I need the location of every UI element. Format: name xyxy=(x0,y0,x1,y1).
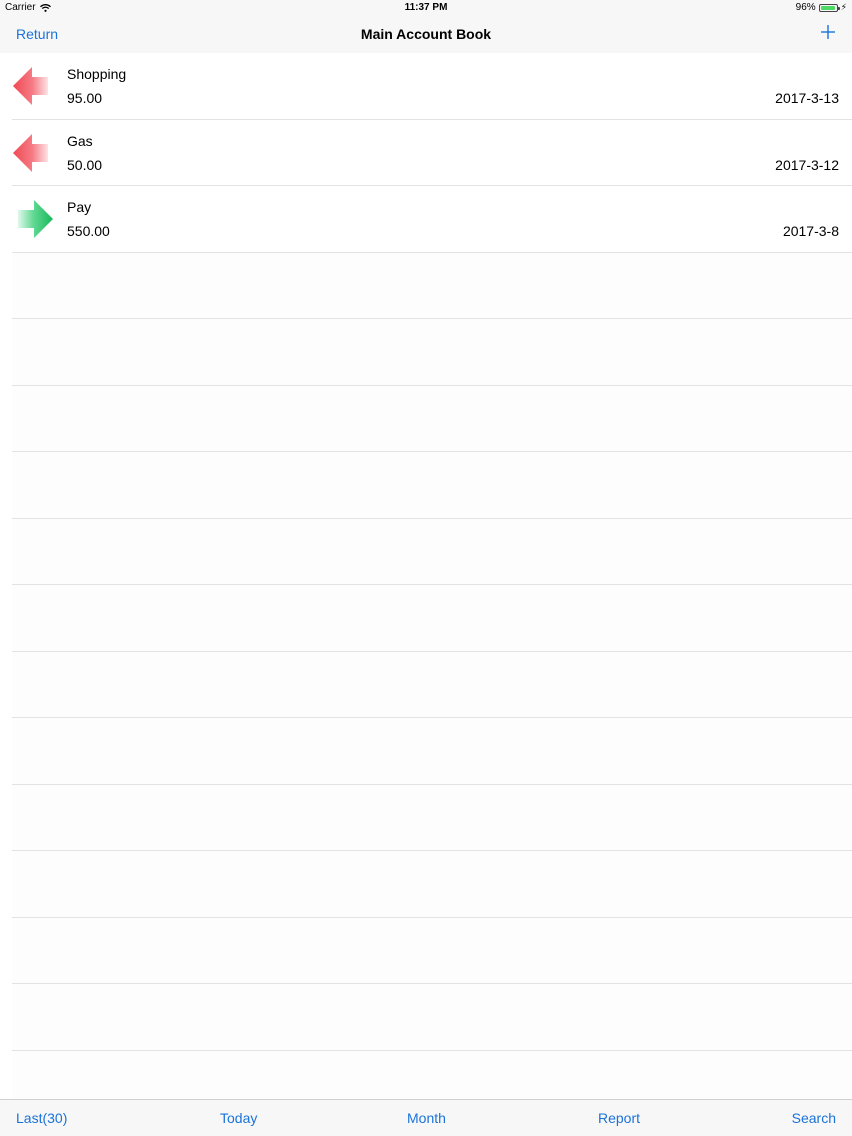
entry-date: 2017-3-12 xyxy=(775,156,839,173)
entry-date: 2017-3-8 xyxy=(782,223,839,239)
entry-amount: 50.00 xyxy=(67,156,103,173)
green-right-arrow-icon xyxy=(18,200,53,238)
empty-row xyxy=(12,585,852,652)
empty-row xyxy=(12,784,852,851)
empty-row xyxy=(12,385,852,452)
status-time: 11:37 PM xyxy=(404,2,448,13)
battery-group: 96% ⚡ xyxy=(796,2,847,13)
battery-percent: 96% xyxy=(795,2,816,13)
app-screen: Carrier 11:37 PM 96% ⚡ Return Main Accou… xyxy=(0,0,852,1136)
status-bar: Carrier 11:37 PM 96% ⚡ xyxy=(0,0,852,16)
plus-icon[interactable] xyxy=(820,24,836,40)
entry-row-shopping[interactable]: Shopping 95.00 2017-3-13 xyxy=(12,53,852,120)
page-title: Main Account Book xyxy=(360,26,492,42)
entry-amount: 95.00 xyxy=(67,90,103,106)
empty-row xyxy=(12,984,852,1051)
red-left-arrow-icon xyxy=(13,67,48,105)
report-button[interactable]: Report xyxy=(598,1110,640,1126)
empty-row xyxy=(12,651,852,718)
bottom-toolbar: Last(30) Today Month Report Search xyxy=(0,1099,852,1136)
navigation-bar: Return Main Account Book xyxy=(0,16,852,53)
empty-row xyxy=(12,718,852,785)
entry-name: Gas xyxy=(67,132,93,149)
bolt-icon: ⚡ xyxy=(840,2,847,12)
search-button[interactable]: Search xyxy=(792,1110,836,1126)
entry-name: Pay xyxy=(67,199,92,215)
empty-row xyxy=(12,917,852,984)
entry-row-pay[interactable]: Pay 550.00 2017-3-8 xyxy=(12,186,852,253)
battery-fill xyxy=(820,5,836,10)
battery-icon xyxy=(818,3,840,12)
today-button[interactable]: Today xyxy=(220,1110,257,1126)
empty-row xyxy=(12,851,852,918)
empty-row xyxy=(12,452,852,519)
empty-row xyxy=(12,319,852,386)
entry-row-gas[interactable]: Gas 50.00 2017-3-12 xyxy=(12,120,852,186)
red-left-arrow-icon xyxy=(13,133,48,172)
entry-name: Shopping xyxy=(67,66,127,82)
entry-amount: 550.00 xyxy=(67,223,110,239)
empty-row xyxy=(12,518,852,585)
empty-row xyxy=(12,252,852,319)
entry-date: 2017-3-13 xyxy=(775,90,839,106)
last-30-button[interactable]: Last(30) xyxy=(16,1110,67,1126)
entry-list: Shopping 95.00 2017-3-13 Gas 50.00 2017-… xyxy=(0,53,852,1099)
empty-row xyxy=(12,1050,852,1099)
month-button[interactable]: Month xyxy=(407,1110,446,1126)
